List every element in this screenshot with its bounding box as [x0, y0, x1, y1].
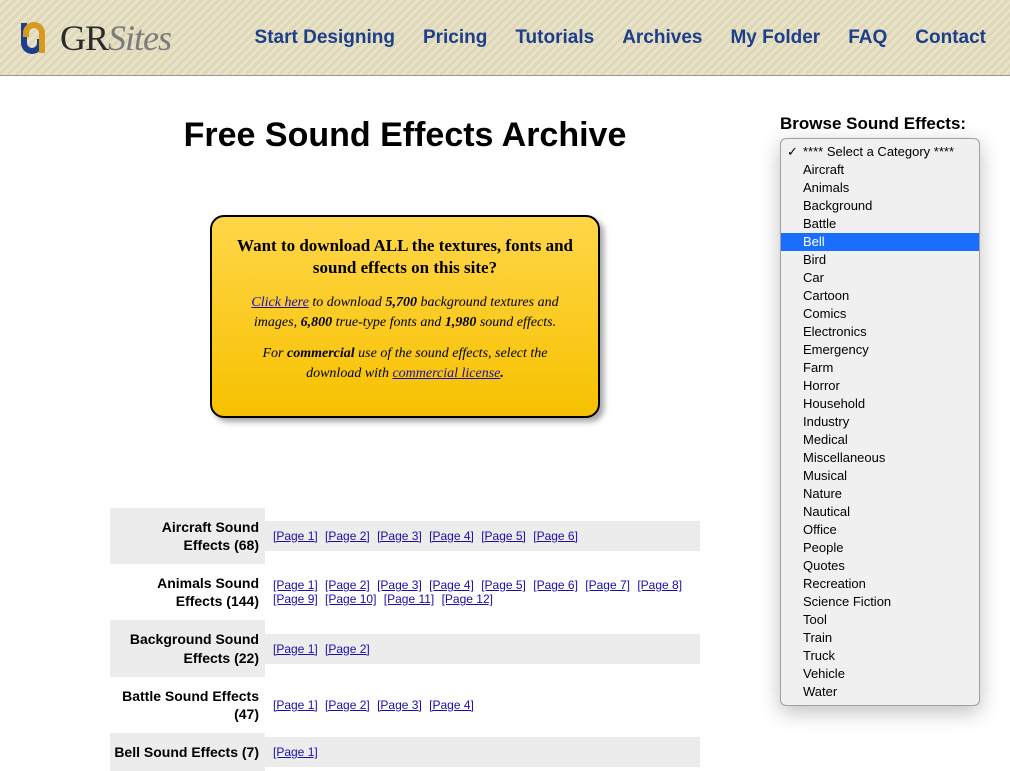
dropdown-option[interactable]: Car: [781, 269, 979, 287]
category-row: Aircraft Sound Effects (68)[Page 1] [Pag…: [110, 508, 700, 564]
category-name: Animals Sound Effects (144): [110, 564, 265, 620]
browse-label: Browse Sound Effects:: [780, 114, 992, 134]
page-link[interactable]: [Page 3]: [377, 578, 422, 592]
category-pages: [Page 1] [Page 2] [Page 3] [Page 4] [Pag…: [265, 521, 700, 551]
dropdown-option[interactable]: Horror: [781, 377, 979, 395]
page-link[interactable]: [Page 3]: [377, 698, 422, 712]
page-link[interactable]: [Page 11]: [384, 592, 434, 606]
nav-faq[interactable]: FAQ: [848, 27, 887, 49]
browse-panel: Browse Sound Effects: **** Select a Cate…: [780, 114, 992, 706]
page-link[interactable]: [Page 1]: [273, 578, 318, 592]
dropdown-option[interactable]: Aircraft: [781, 161, 979, 179]
page-link[interactable]: [Page 1]: [273, 529, 318, 543]
nav-start-designing[interactable]: Start Designing: [255, 27, 395, 49]
dropdown-option[interactable]: Bell: [781, 233, 979, 251]
nav-tutorials[interactable]: Tutorials: [515, 27, 594, 49]
dropdown-option[interactable]: Office: [781, 521, 979, 539]
nav-archives[interactable]: Archives: [622, 27, 702, 49]
dropdown-option[interactable]: Farm: [781, 359, 979, 377]
dropdown-option[interactable]: **** Select a Category ****: [781, 143, 979, 161]
page-link[interactable]: [Page 12]: [442, 592, 493, 606]
category-pages: [Page 1] [Page 2] [Page 3] [Page 4] [Pag…: [265, 570, 700, 614]
page-link[interactable]: [Page 3]: [377, 529, 422, 543]
page-link[interactable]: [Page 10]: [325, 592, 376, 606]
dropdown-option[interactable]: Animals: [781, 179, 979, 197]
promo-paragraph-1: Click here to download 5,700 background …: [234, 293, 576, 332]
dropdown-option[interactable]: Electronics: [781, 323, 979, 341]
page-link[interactable]: [Page 2]: [325, 698, 370, 712]
page-link[interactable]: [Page 9]: [273, 592, 318, 606]
dropdown-option[interactable]: Nature: [781, 485, 979, 503]
category-row: Battle Sound Effects (47)[Page 1] [Page …: [110, 677, 700, 733]
nav-pricing[interactable]: Pricing: [423, 27, 487, 49]
page-link[interactable]: [Page 7]: [585, 578, 630, 592]
dropdown-option[interactable]: Quotes: [781, 557, 979, 575]
dropdown-option[interactable]: Water: [781, 683, 979, 701]
dropdown-option[interactable]: Cartoon: [781, 287, 979, 305]
main-content: Free Sound Effects Archive Want to downl…: [0, 76, 1010, 771]
category-table: Aircraft Sound Effects (68)[Page 1] [Pag…: [110, 508, 700, 771]
dropdown-option[interactable]: People: [781, 539, 979, 557]
page-link[interactable]: [Page 4]: [429, 698, 474, 712]
dropdown-option[interactable]: Medical: [781, 431, 979, 449]
site-header: GRSites Start Designing Pricing Tutorial…: [0, 0, 1010, 76]
category-pages: [Page 1] [Page 2] [Page 3] [Page 4]: [265, 690, 700, 720]
logo-text: GRSites: [60, 17, 171, 59]
nav-my-folder[interactable]: My Folder: [730, 27, 820, 49]
dropdown-option[interactable]: Train: [781, 629, 979, 647]
dropdown-option[interactable]: Bird: [781, 251, 979, 269]
page-link[interactable]: [Page 8]: [637, 578, 682, 592]
page-link[interactable]: [Page 4]: [429, 529, 474, 543]
category-name: Aircraft Sound Effects (68): [110, 508, 265, 564]
logo-icon: [12, 17, 54, 59]
commercial-license-link[interactable]: commercial license: [392, 366, 500, 381]
category-row: Background Sound Effects (22)[Page 1] [P…: [110, 620, 700, 676]
dropdown-option[interactable]: Nautical: [781, 503, 979, 521]
promo-click-here-link[interactable]: Click here: [251, 295, 308, 310]
site-logo[interactable]: GRSites: [12, 17, 171, 59]
main-nav: Start Designing Pricing Tutorials Archiv…: [255, 27, 998, 49]
category-name: Battle Sound Effects (47): [110, 677, 265, 733]
page-link[interactable]: [Page 1]: [273, 642, 318, 656]
page-link[interactable]: [Page 5]: [481, 578, 526, 592]
page-link[interactable]: [Page 6]: [533, 578, 578, 592]
dropdown-option[interactable]: Emergency: [781, 341, 979, 359]
dropdown-option[interactable]: Tool: [781, 611, 979, 629]
page-link[interactable]: [Page 6]: [533, 529, 578, 543]
promo-box: Want to download ALL the textures, fonts…: [210, 215, 600, 418]
dropdown-option[interactable]: Science Fiction: [781, 593, 979, 611]
page-link[interactable]: [Page 4]: [429, 578, 474, 592]
dropdown-option[interactable]: Vehicle: [781, 665, 979, 683]
dropdown-option[interactable]: Comics: [781, 305, 979, 323]
category-name: Bell Sound Effects (7): [110, 733, 265, 771]
promo-paragraph-2: For commercial use of the sound effects,…: [234, 344, 576, 383]
category-row: Bell Sound Effects (7) [Page 1]: [110, 733, 700, 771]
dropdown-option[interactable]: Household: [781, 395, 979, 413]
page-link[interactable]: [Page 2]: [325, 578, 370, 592]
dropdown-option[interactable]: Truck: [781, 647, 979, 665]
dropdown-option[interactable]: Background: [781, 197, 979, 215]
dropdown-option[interactable]: Industry: [781, 413, 979, 431]
page-link[interactable]: [Page 1]: [273, 698, 318, 712]
dropdown-option[interactable]: Miscellaneous: [781, 449, 979, 467]
category-name: Background Sound Effects (22): [110, 620, 265, 676]
category-dropdown[interactable]: **** Select a Category ****AircraftAnima…: [780, 138, 980, 706]
page-link[interactable]: [Page 2]: [325, 642, 370, 656]
page-link[interactable]: [Page 5]: [481, 529, 526, 543]
dropdown-option[interactable]: Battle: [781, 215, 979, 233]
page-link[interactable]: [Page 1]: [273, 745, 318, 759]
promo-headline: Want to download ALL the textures, fonts…: [234, 235, 576, 279]
category-row: Animals Sound Effects (144)[Page 1] [Pag…: [110, 564, 700, 620]
dropdown-option[interactable]: Musical: [781, 467, 979, 485]
dropdown-option[interactable]: Recreation: [781, 575, 979, 593]
category-pages: [Page 1] [Page 2]: [265, 634, 700, 664]
page-link[interactable]: [Page 2]: [325, 529, 370, 543]
nav-contact[interactable]: Contact: [915, 27, 986, 49]
category-pages: [Page 1]: [265, 737, 700, 767]
